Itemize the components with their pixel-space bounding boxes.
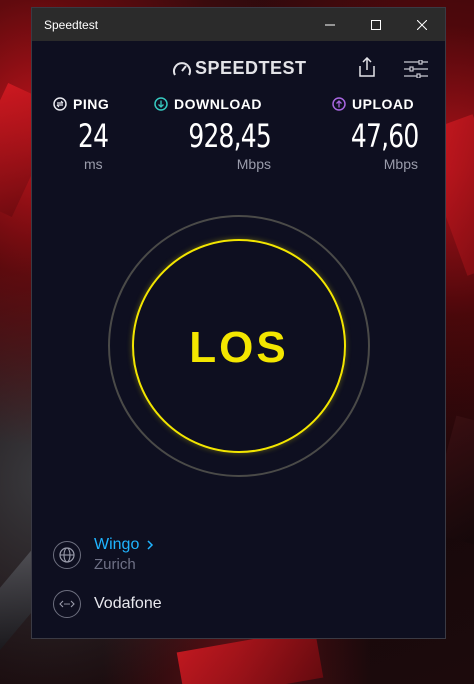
start-test-label[interactable]: LOS (108, 323, 370, 373)
maximize-button[interactable] (353, 8, 399, 41)
server-name-text: Wingo (94, 536, 140, 553)
minimize-icon (325, 24, 335, 25)
connection-icon (53, 590, 81, 618)
upload-unit: Mbps (383, 156, 418, 172)
upload-header: UPLOAD (332, 96, 418, 112)
upload-label: UPLOAD (352, 96, 415, 112)
ping-label: PING (73, 96, 110, 112)
chevron-right-icon (147, 540, 154, 550)
download-value: 928,45 (188, 117, 271, 155)
isp-name: Vodafone (94, 595, 162, 612)
window-title: Speedtest (44, 17, 99, 32)
speedometer-logo-icon (173, 61, 191, 75)
upload-icon (332, 97, 346, 111)
globe-icon (53, 540, 81, 569)
ping-unit: ms (84, 156, 103, 172)
ping-metric: PING 24 ms (53, 96, 138, 172)
speedtest-window: Speedtest SPEEDTEST PING 24 ms DOWNLOAD … (31, 7, 446, 639)
minimize-button[interactable] (307, 8, 353, 41)
title-bar[interactable]: Speedtest (32, 8, 445, 41)
close-icon (417, 19, 427, 30)
server-selector[interactable]: Wingo Zurich (53, 536, 155, 573)
download-label: DOWNLOAD (174, 96, 262, 112)
download-header: DOWNLOAD (154, 96, 271, 112)
download-metric: DOWNLOAD 928,45 Mbps (154, 96, 272, 172)
speedtest-logo: SPEEDTEST (172, 58, 307, 79)
upload-value: 47,60 (350, 117, 419, 155)
share-button[interactable] (359, 56, 375, 82)
share-icon (359, 56, 375, 77)
download-icon (154, 97, 168, 111)
server-location: Zurich (94, 556, 136, 573)
ping-icon (53, 97, 67, 111)
ping-header: PING (53, 96, 138, 112)
download-unit: Mbps (236, 156, 271, 172)
settings-sliders-icon (404, 59, 428, 79)
isp-info: Vodafone (53, 590, 162, 618)
ping-value: 24 (78, 117, 109, 155)
app-header: SPEEDTEST (32, 41, 445, 85)
maximize-icon (371, 19, 381, 30)
logo-text: SPEEDTEST (195, 58, 307, 78)
server-name[interactable]: Wingo (94, 536, 155, 554)
settings-button[interactable] (404, 59, 428, 83)
speed-gauge: LOS (108, 215, 370, 477)
upload-metric: UPLOAD 47,60 Mbps (332, 96, 419, 172)
close-button[interactable] (399, 8, 445, 41)
